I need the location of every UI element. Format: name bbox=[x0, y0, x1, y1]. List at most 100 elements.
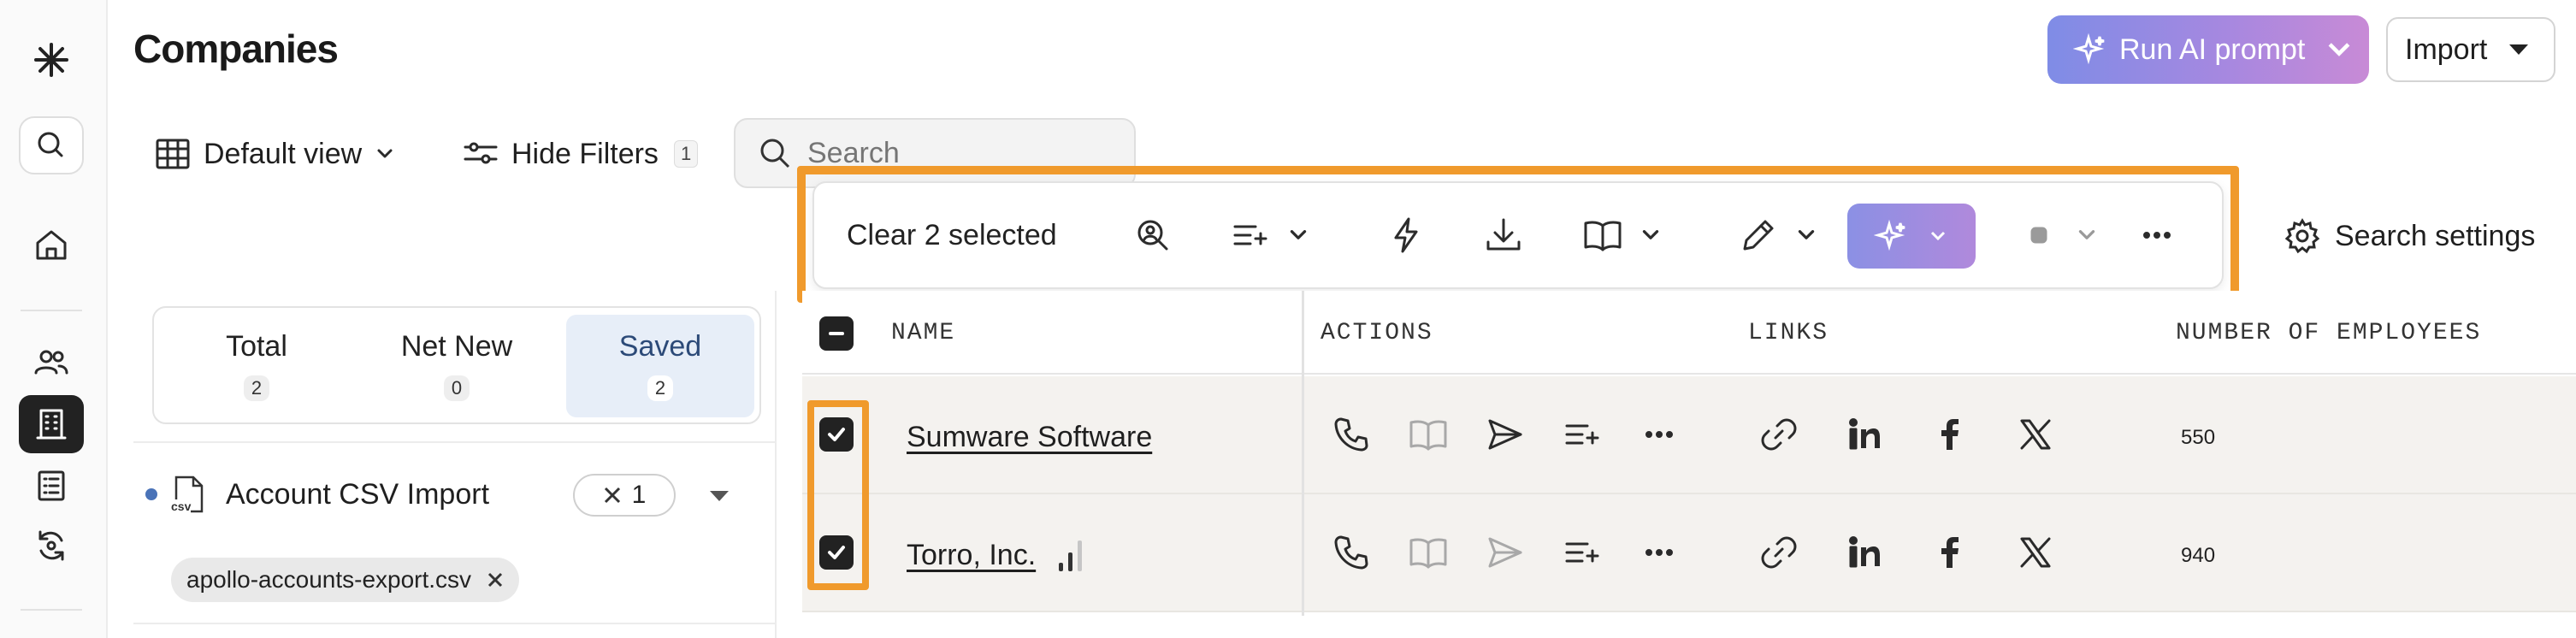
rail-divider-bottom bbox=[21, 609, 82, 611]
active-dot bbox=[145, 488, 157, 500]
rail-lists[interactable] bbox=[19, 457, 84, 515]
filter-icon bbox=[464, 142, 498, 164]
book-icon[interactable] bbox=[1408, 532, 1449, 573]
phone-icon[interactable] bbox=[1331, 532, 1372, 573]
search-icon bbox=[38, 132, 63, 157]
add-to-list-icon[interactable] bbox=[1562, 532, 1603, 573]
signal-strength-icon bbox=[1059, 539, 1082, 571]
table-row[interactable]: Sumware Software 550 bbox=[802, 376, 2576, 494]
filter-panel: Total 2 Net New 0 Saved 2 csv Account CS… bbox=[133, 291, 777, 638]
hide-filters-button[interactable]: Hide Filters 1 bbox=[462, 135, 699, 173]
check-icon bbox=[829, 332, 844, 335]
table-row[interactable]: Torro, Inc. 940 bbox=[802, 494, 2576, 612]
search-settings-button[interactable]: Search settings bbox=[2284, 217, 2535, 255]
close-icon bbox=[604, 487, 620, 504]
rail-sequences[interactable] bbox=[19, 517, 84, 575]
list-filter-row[interactable]: csv Account CSV Import bbox=[145, 474, 489, 515]
employee-count: 550 bbox=[2181, 426, 2216, 449]
tab-label: Saved bbox=[618, 330, 702, 363]
sparkle-icon bbox=[2073, 32, 2105, 65]
chevron-down-icon bbox=[2328, 43, 2350, 56]
panel-divider bbox=[133, 441, 777, 443]
file-chip: apollo-accounts-export.csv bbox=[171, 558, 520, 602]
row-actions bbox=[1331, 527, 1680, 578]
people-icon bbox=[34, 350, 68, 375]
tab-net-new[interactable]: Net New 0 bbox=[363, 315, 551, 417]
close-icon[interactable] bbox=[487, 571, 504, 588]
x-twitter-icon[interactable] bbox=[2015, 532, 2056, 573]
more-icon[interactable] bbox=[1639, 532, 1680, 573]
tab-count: 2 bbox=[243, 375, 270, 401]
sync-icon bbox=[38, 530, 64, 561]
facebook-icon[interactable] bbox=[1929, 414, 1970, 455]
panel-divider-bottom bbox=[133, 623, 777, 624]
tab-count: 0 bbox=[443, 375, 470, 401]
column-header-name[interactable]: NAME bbox=[891, 320, 955, 346]
linkedin-icon[interactable] bbox=[1844, 532, 1885, 573]
expand-caret-icon[interactable] bbox=[710, 491, 729, 501]
send-icon[interactable] bbox=[1485, 414, 1526, 455]
rail-divider bbox=[21, 310, 82, 311]
tab-label: Net New bbox=[400, 330, 513, 363]
add-to-list-icon[interactable] bbox=[1562, 414, 1603, 455]
file-chip-label: apollo-accounts-export.csv bbox=[186, 566, 472, 593]
home-icon bbox=[36, 230, 67, 260]
column-divider[interactable] bbox=[1302, 291, 1304, 616]
company-name-link[interactable]: Sumware Software bbox=[907, 421, 1152, 454]
more-icon[interactable] bbox=[1639, 414, 1680, 455]
rail-people[interactable] bbox=[19, 334, 84, 392]
caret-down-icon bbox=[2509, 44, 2529, 55]
clear-list-filter-chip[interactable]: 1 bbox=[573, 474, 676, 517]
chevron-down-icon bbox=[377, 149, 393, 158]
filters-count-badge: 1 bbox=[673, 140, 699, 168]
tab-count: 2 bbox=[647, 375, 674, 401]
default-view-button[interactable]: Default view bbox=[154, 135, 396, 173]
row-actions bbox=[1331, 409, 1680, 460]
linkedin-icon[interactable] bbox=[1844, 414, 1885, 455]
phone-icon[interactable] bbox=[1331, 414, 1372, 455]
search-input[interactable] bbox=[807, 136, 1115, 170]
row-checkbox-highlight bbox=[807, 400, 869, 590]
rail-search-button[interactable] bbox=[19, 116, 84, 174]
building-icon bbox=[36, 409, 67, 440]
csv-file-icon: csv bbox=[169, 474, 207, 515]
search-settings-label: Search settings bbox=[2335, 219, 2536, 252]
list-filter-count: 1 bbox=[631, 481, 647, 509]
column-header-actions[interactable]: ACTIONS bbox=[1320, 320, 1433, 346]
rail-companies[interactable] bbox=[19, 395, 84, 453]
company-name-link[interactable]: Torro, Inc. bbox=[907, 539, 1036, 572]
rail-home[interactable] bbox=[19, 216, 84, 274]
companies-table: NAME ACTIONS LINKS NUMBER OF EMPLOYEES S… bbox=[802, 291, 2576, 638]
tab-saved[interactable]: Saved 2 bbox=[566, 315, 754, 417]
tab-total[interactable]: Total 2 bbox=[162, 315, 351, 417]
search-icon bbox=[760, 139, 790, 168]
import-button[interactable]: Import bbox=[2386, 17, 2555, 82]
row-links bbox=[1758, 409, 2056, 460]
logo-icon[interactable] bbox=[19, 31, 84, 89]
run-ai-prompt-button[interactable]: Run AI prompt bbox=[2047, 15, 2369, 84]
link-icon[interactable] bbox=[1758, 532, 1799, 573]
gear-icon bbox=[2284, 218, 2320, 254]
select-all-checkbox[interactable] bbox=[819, 316, 854, 351]
csv-icon-text: csv bbox=[171, 499, 192, 513]
result-tabs: Total 2 Net New 0 Saved 2 bbox=[152, 306, 761, 424]
facebook-icon[interactable] bbox=[1929, 532, 1970, 573]
send-icon[interactable] bbox=[1485, 532, 1526, 573]
table-icon bbox=[156, 139, 190, 169]
link-icon[interactable] bbox=[1758, 414, 1799, 455]
column-header-links[interactable]: LINKS bbox=[1748, 320, 1829, 346]
left-rail bbox=[0, 0, 108, 638]
column-header-employees[interactable]: NUMBER OF EMPLOYEES bbox=[2176, 320, 2481, 346]
page-title: Companies bbox=[133, 27, 339, 71]
run-ai-prompt-label: Run AI prompt bbox=[2119, 32, 2306, 66]
list-icon bbox=[38, 470, 65, 501]
x-twitter-icon[interactable] bbox=[2015, 414, 2056, 455]
import-label: Import bbox=[2405, 32, 2488, 66]
hide-filters-label: Hide Filters bbox=[511, 137, 659, 170]
table-header: NAME ACTIONS LINKS NUMBER OF EMPLOYEES bbox=[802, 291, 2576, 375]
default-view-label: Default view bbox=[204, 137, 363, 170]
list-filter-label: Account CSV Import bbox=[226, 477, 490, 511]
book-icon[interactable] bbox=[1408, 414, 1449, 455]
tab-label: Total bbox=[226, 330, 287, 363]
employee-count: 940 bbox=[2181, 544, 2216, 567]
